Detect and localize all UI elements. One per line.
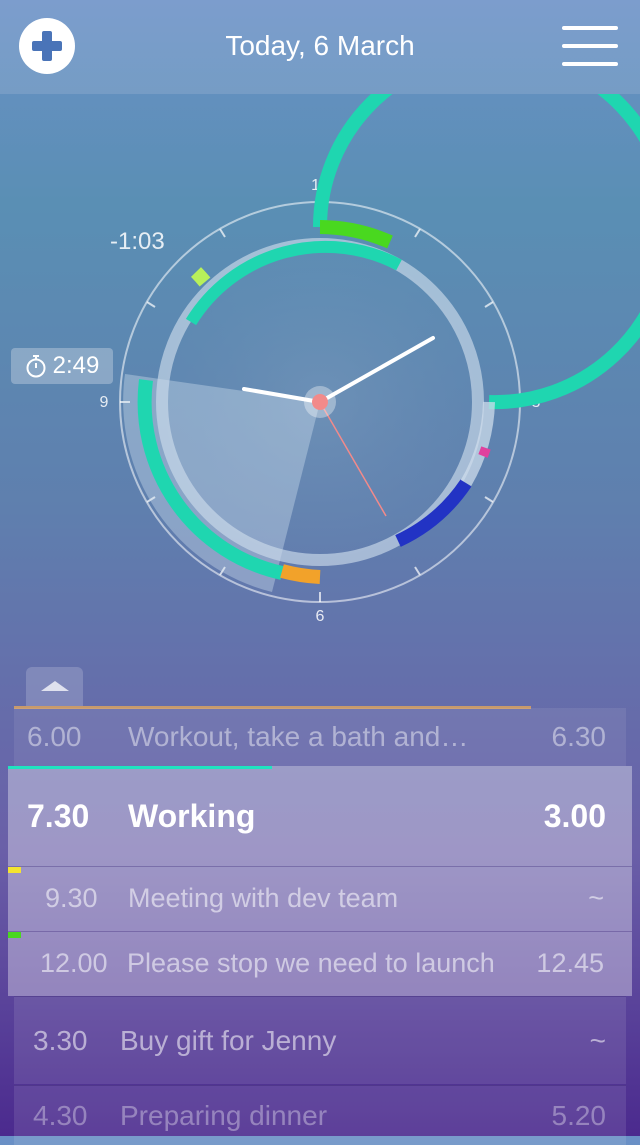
task-row[interactable]: 3.30 Buy gift for Jenny ~ bbox=[14, 996, 626, 1084]
collapse-handle[interactable] bbox=[26, 667, 83, 707]
task-title: Buy gift for Jenny bbox=[120, 1024, 337, 1056]
task-start-time: 4.30 bbox=[33, 1099, 88, 1131]
top-bar: Today, 6 March bbox=[0, 0, 640, 94]
hand-hub bbox=[312, 394, 328, 410]
subtask-color-marker bbox=[8, 867, 21, 873]
active-task-row[interactable]: 7.30 Working 3.00 bbox=[8, 766, 632, 866]
task-start-time: 6.00 bbox=[27, 721, 82, 752]
timer-value: 2:49 bbox=[52, 352, 100, 379]
hamburger-menu-icon bbox=[562, 26, 618, 30]
arc-lime bbox=[190, 267, 211, 287]
task-title: Preparing dinner bbox=[120, 1099, 328, 1131]
task-start-time: 7.30 bbox=[27, 797, 90, 834]
clock-numeral-9: 9 bbox=[100, 394, 109, 411]
clock-numeral-6: 6 bbox=[316, 608, 325, 625]
task-title: Please stop we need to launch bbox=[127, 948, 495, 978]
subtask-row[interactable]: 9.30 Meeting with dev team ~ bbox=[8, 866, 632, 930]
task-end-time: 6.30 bbox=[551, 721, 607, 752]
task-start-time: 3.30 bbox=[33, 1024, 88, 1056]
task-end-time: 5.20 bbox=[551, 1099, 607, 1131]
task-title: Meeting with dev team bbox=[128, 883, 399, 913]
arc-orange bbox=[280, 564, 321, 584]
task-end-time: ~ bbox=[588, 883, 604, 913]
task-title: Working bbox=[128, 797, 256, 834]
task-title: Workout, take a bath and… bbox=[128, 721, 469, 752]
countdown-label: -1:03 bbox=[110, 228, 165, 255]
task-end-time: ~ bbox=[589, 1024, 606, 1056]
page-title: Today, 6 March bbox=[225, 30, 415, 61]
task-row[interactable]: 4.30 Preparing dinner 5.20 bbox=[14, 1085, 626, 1145]
subtask-color-marker bbox=[8, 932, 21, 938]
stopwatch-icon bbox=[26, 355, 46, 378]
task-row[interactable]: 6.00 Workout, take a bath and… 6.30 bbox=[14, 708, 626, 766]
timer-badge[interactable]: 2:49 bbox=[11, 348, 113, 384]
task-end-time: 3.00 bbox=[543, 797, 606, 834]
task-end-time: 12.45 bbox=[536, 948, 604, 978]
arc-pink bbox=[478, 446, 491, 458]
subtask-row[interactable]: 12.00 Please stop we need to launch 12.4… bbox=[8, 931, 632, 995]
task-start-time: 9.30 bbox=[45, 883, 98, 913]
menu-button[interactable] bbox=[562, 26, 618, 66]
task-start-time: 12.00 bbox=[40, 948, 108, 978]
